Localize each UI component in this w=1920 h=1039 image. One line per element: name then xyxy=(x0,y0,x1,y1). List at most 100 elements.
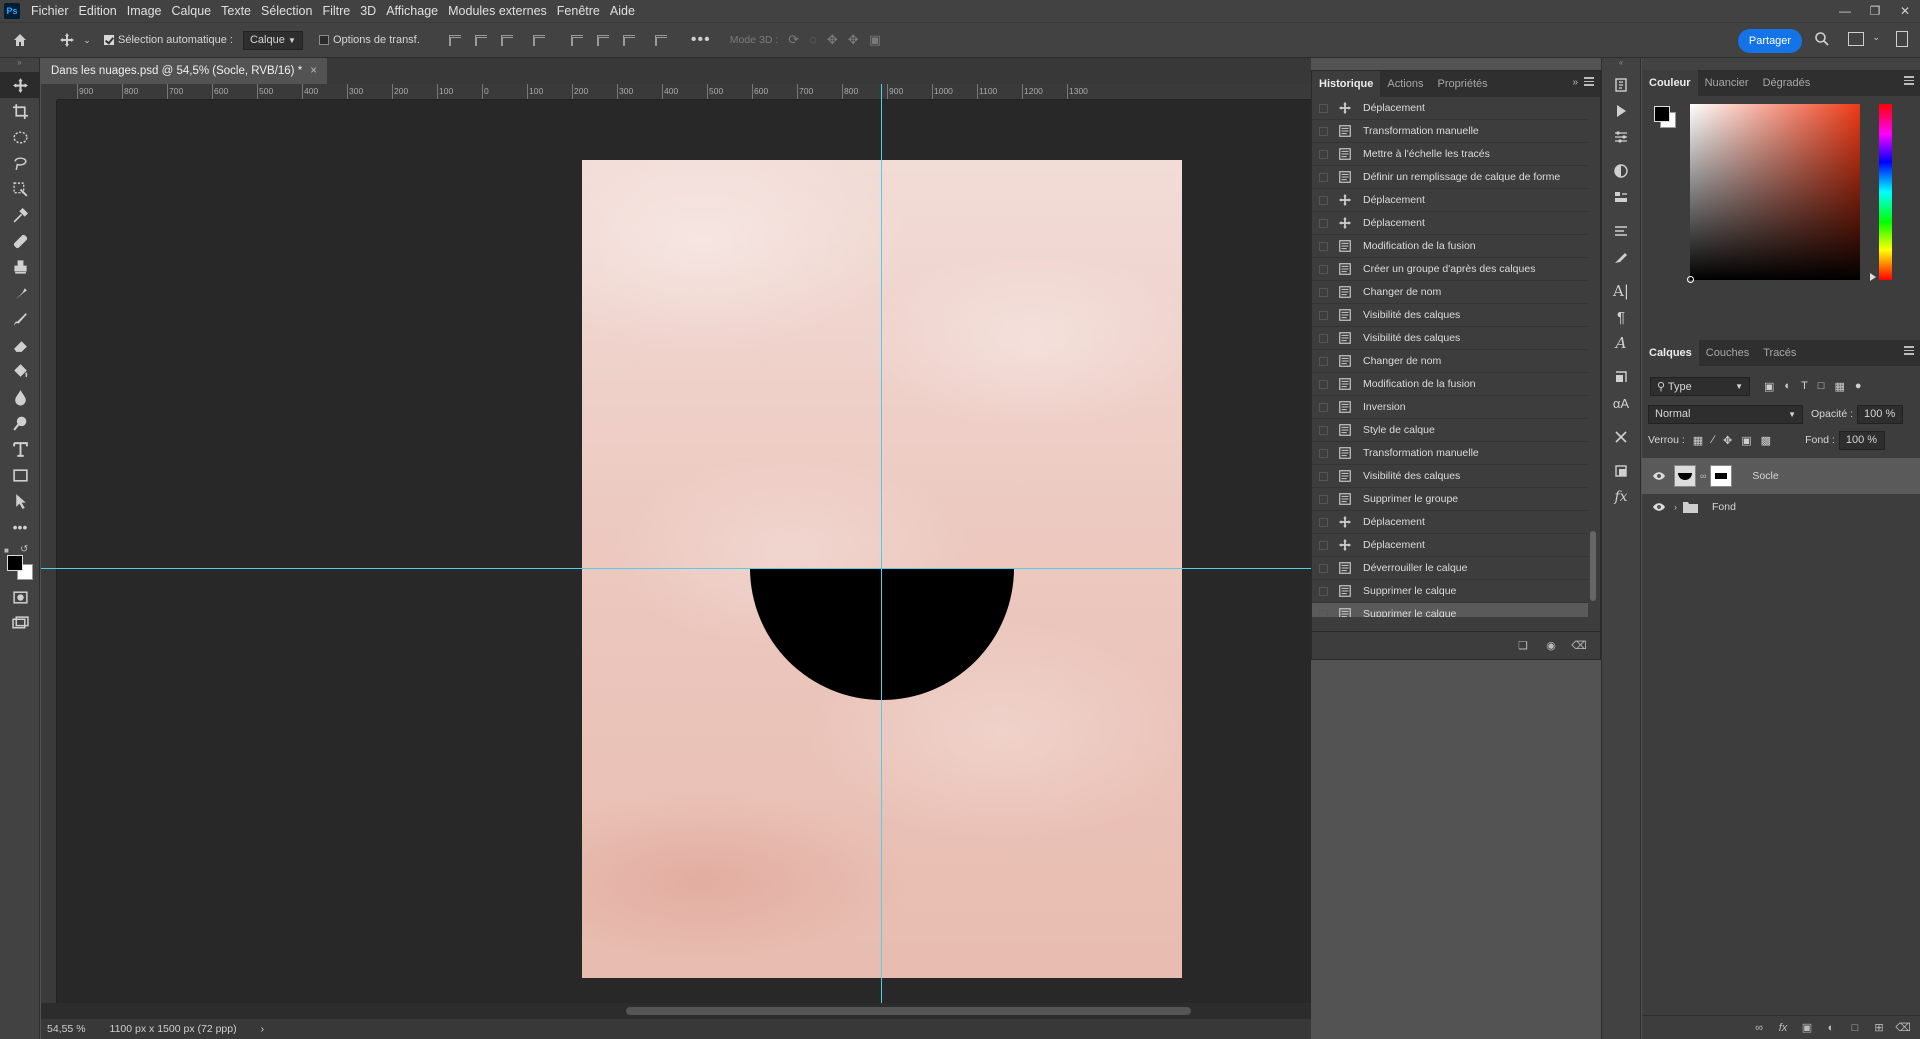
menu-fenetre[interactable]: Fenêtre xyxy=(552,0,605,22)
lock-position-icon[interactable]: ✥ xyxy=(1723,434,1732,447)
history-source-box[interactable] xyxy=(1319,149,1328,159)
history-source-box[interactable] xyxy=(1319,402,1328,412)
history-state[interactable]: Modification de la fusion xyxy=(1312,235,1588,258)
history-source-box[interactable] xyxy=(1319,264,1328,274)
vertical-ruler[interactable] xyxy=(41,100,57,1019)
styles-fx-icon[interactable]: fx xyxy=(1602,484,1640,510)
history-source-box[interactable] xyxy=(1319,609,1328,617)
menu-texte[interactable]: Texte xyxy=(216,0,256,22)
filter-pixel-icon[interactable]: ▣ xyxy=(1764,380,1774,393)
history-source-box[interactable] xyxy=(1319,517,1328,527)
default-colors-icon[interactable]: ■ xyxy=(4,546,9,555)
auto-select-check-icon[interactable] xyxy=(104,35,114,45)
roll-3d-icon[interactable]: ◌ xyxy=(809,32,817,48)
orbit-3d-icon[interactable]: ⟳ xyxy=(788,32,799,48)
ruler-origin[interactable] xyxy=(41,84,57,100)
crop-tool[interactable] xyxy=(0,98,40,124)
object-selection-tool[interactable] xyxy=(0,176,40,202)
history-source-box[interactable] xyxy=(1319,195,1328,205)
tab-actions[interactable]: Actions xyxy=(1380,71,1430,97)
eraser-tool[interactable] xyxy=(0,332,40,358)
history-state[interactable]: Déplacement xyxy=(1312,534,1588,557)
history-scrollbar[interactable] xyxy=(1588,101,1598,613)
tab-calques[interactable]: Calques xyxy=(1642,340,1699,366)
collapse-toolbar-icon[interactable]: » xyxy=(0,58,39,72)
history-source-box[interactable] xyxy=(1319,241,1328,251)
close-tab-icon[interactable]: × xyxy=(310,65,317,77)
add-mask-icon[interactable]: ▣ xyxy=(1800,1021,1814,1035)
eye-icon[interactable] xyxy=(1652,502,1666,512)
history-state[interactable]: Modification de la fusion xyxy=(1312,373,1588,396)
foreground-color-swatch[interactable] xyxy=(1654,106,1670,122)
history-panel-icon[interactable] xyxy=(1602,72,1640,98)
align-middle-v-icon[interactable] xyxy=(592,29,614,51)
history-state[interactable]: Visibilité des calques xyxy=(1312,304,1588,327)
distribute-v-icon[interactable] xyxy=(650,29,672,51)
menu-modules-externes[interactable]: Modules externes xyxy=(443,0,552,22)
canvas-area[interactable]: 900 800 700 600 500 400 300 200 100 0 100 200 300 400… xyxy=(41,84,1311,1019)
minimize-icon[interactable]: — xyxy=(1830,0,1860,22)
history-state[interactable]: Transformation manuelle xyxy=(1312,442,1588,465)
history-state[interactable]: Déverrouiller le calque xyxy=(1312,557,1588,580)
history-state[interactable]: Visibilité des calques xyxy=(1312,327,1588,350)
menu-image[interactable]: Image xyxy=(122,0,167,22)
distribute-h-icon[interactable] xyxy=(528,29,550,51)
menu-aide[interactable]: Aide xyxy=(605,0,640,22)
filter-type-icon[interactable]: T xyxy=(1801,380,1808,393)
healing-brush-tool[interactable] xyxy=(0,228,40,254)
collapse-dock-icon[interactable]: « xyxy=(1602,58,1640,72)
new-layer-icon[interactable]: ⊞ xyxy=(1872,1021,1886,1035)
trash-icon[interactable]: ⌫ xyxy=(1571,639,1587,653)
filter-toggle-icon[interactable]: ● xyxy=(1855,380,1862,393)
chevron-down-icon[interactable]: ⌄ xyxy=(80,23,94,57)
menu-fichier[interactable]: Fichier xyxy=(26,0,74,22)
tab-proprietes[interactable]: Propriétés xyxy=(1430,71,1494,97)
more-options-icon[interactable]: ••• xyxy=(686,23,716,57)
brush-tool[interactable] xyxy=(0,306,40,332)
history-source-box[interactable] xyxy=(1319,333,1328,343)
link-layers-icon[interactable]: ∞ xyxy=(1752,1021,1766,1035)
tab-degrades[interactable]: Dégradés xyxy=(1756,70,1818,96)
fill-input[interactable]: 100 % xyxy=(1838,430,1885,450)
layer-row-socle[interactable]: ∞ Socle xyxy=(1642,458,1920,494)
trash-icon[interactable]: ⌫ xyxy=(1895,1021,1911,1035)
panel-toggle-icon[interactable] xyxy=(1896,31,1908,47)
close-window-icon[interactable]: ✕ xyxy=(1890,0,1920,22)
align-left-icon[interactable] xyxy=(444,29,466,51)
layer-filter-dropdown[interactable]: ⚲ Type ▼ xyxy=(1650,376,1750,396)
path-selection-tool[interactable] xyxy=(0,488,40,514)
history-source-box[interactable] xyxy=(1319,172,1328,182)
history-state[interactable]: Supprimer le groupe xyxy=(1312,488,1588,511)
layer-thumbnail[interactable] xyxy=(1674,465,1696,487)
tool-presets-icon[interactable] xyxy=(1602,424,1640,450)
panel-menu-icon[interactable] xyxy=(1584,77,1594,86)
paragraph-styles-icon[interactable] xyxy=(1602,218,1640,244)
auto-select-checkbox[interactable]: Sélection automatique : xyxy=(104,34,233,46)
history-source-box[interactable] xyxy=(1319,103,1328,113)
type-tool[interactable] xyxy=(0,436,40,462)
tab-traces[interactable]: Tracés xyxy=(1756,340,1803,366)
history-state[interactable]: Changer de nom xyxy=(1312,350,1588,373)
scrollbar-thumb[interactable] xyxy=(1590,531,1596,601)
menu-selection[interactable]: Sélection xyxy=(256,0,317,22)
history-source-box[interactable] xyxy=(1319,471,1328,481)
home-icon[interactable] xyxy=(0,23,40,57)
eyedropper-tool[interactable] xyxy=(0,202,40,228)
history-state[interactable]: Inversion xyxy=(1312,396,1588,419)
move-tool[interactable] xyxy=(0,72,40,98)
history-source-box[interactable] xyxy=(1319,448,1328,458)
layer-name[interactable]: Fond xyxy=(1712,501,1736,513)
character-styles-icon[interactable]: αA xyxy=(1602,390,1640,416)
history-source-box[interactable] xyxy=(1319,287,1328,297)
adjustment-layer-icon[interactable]: ◐ xyxy=(1824,1021,1838,1035)
link-icon[interactable]: ∞ xyxy=(1700,471,1706,481)
layer-name[interactable]: Socle xyxy=(1752,470,1778,482)
collapse-panel-icon[interactable]: » xyxy=(1572,77,1578,88)
workspace-icon[interactable] xyxy=(1848,32,1864,46)
rectangle-tool[interactable] xyxy=(0,462,40,488)
lock-all-icon[interactable]: ▩ xyxy=(1761,434,1771,447)
hue-slider[interactable] xyxy=(1879,104,1892,280)
history-brush-tool[interactable] xyxy=(0,280,40,306)
chevron-right-icon[interactable]: › xyxy=(261,1023,265,1035)
vertical-guide[interactable] xyxy=(881,84,882,1019)
